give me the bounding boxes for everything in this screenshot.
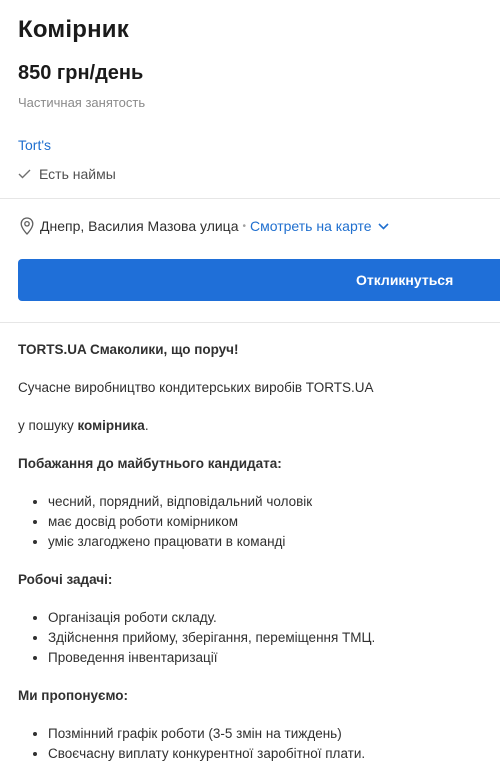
- separator-dot: •: [242, 220, 247, 232]
- tasks-heading: Робочі задачі:: [18, 572, 113, 587]
- vacancy-page: Комірник 850 грн/день Частичная занятост…: [0, 0, 500, 782]
- hires-status: Есть наймы: [18, 166, 116, 182]
- hires-status-label: Есть наймы: [39, 166, 116, 182]
- location-row: Днепр, Василия Мазова улица • Смотреть н…: [20, 217, 389, 235]
- list-item: Проведення інвентаризації: [48, 648, 488, 668]
- apply-button[interactable]: Откликнуться: [18, 259, 500, 301]
- check-icon: [18, 169, 31, 179]
- job-title: Комірник: [18, 16, 129, 43]
- company-link[interactable]: Tort's: [18, 137, 51, 153]
- list-item: Організація роботи складу.: [48, 608, 488, 628]
- divider: [0, 198, 500, 199]
- list-item: має досвід роботи комірником: [48, 512, 488, 532]
- list-item: Здійснення прийому, зберігання, переміще…: [48, 628, 488, 648]
- offer-list: Позмінний графік роботи (3-5 змін на тиж…: [18, 724, 488, 764]
- tasks-list: Організація роботи складу. Здійснення пр…: [18, 608, 488, 668]
- list-item: Своєчасну виплату конкурентної заробітно…: [48, 744, 488, 764]
- list-item: Позмінний графік роботи (3-5 змін на тиж…: [48, 724, 488, 744]
- salary: 850 грн/день: [18, 62, 144, 84]
- list-item: уміє злагоджено працювати в команді: [48, 532, 488, 552]
- employment-type: Частичная занятость: [18, 95, 146, 110]
- list-item: чесний, порядний, відповідальний чоловік: [48, 492, 488, 512]
- show-on-map-label: Смотреть на карте: [250, 218, 372, 234]
- job-description: TORTS.UA Смаколики, що поруч! Сучасне ви…: [18, 340, 488, 764]
- address-text: Днепр, Василия Мазова улица: [40, 218, 239, 234]
- divider: [0, 322, 500, 323]
- wishes-heading: Побажання до майбутнього кандидата:: [18, 456, 282, 471]
- search-text: у пошуку комірника.: [18, 418, 149, 433]
- intro-text: Сучасне виробництво кондитерських виробі…: [18, 380, 374, 395]
- offer-heading: Ми пропонуємо:: [18, 688, 129, 703]
- location-pin-icon: [20, 217, 34, 235]
- show-on-map-link[interactable]: Смотреть на карте: [250, 218, 389, 234]
- wishes-list: чесний, порядний, відповідальний чоловік…: [18, 492, 488, 552]
- intro-heading: TORTS.UA Смаколики, що поруч!: [18, 342, 239, 357]
- chevron-down-icon: [377, 222, 389, 230]
